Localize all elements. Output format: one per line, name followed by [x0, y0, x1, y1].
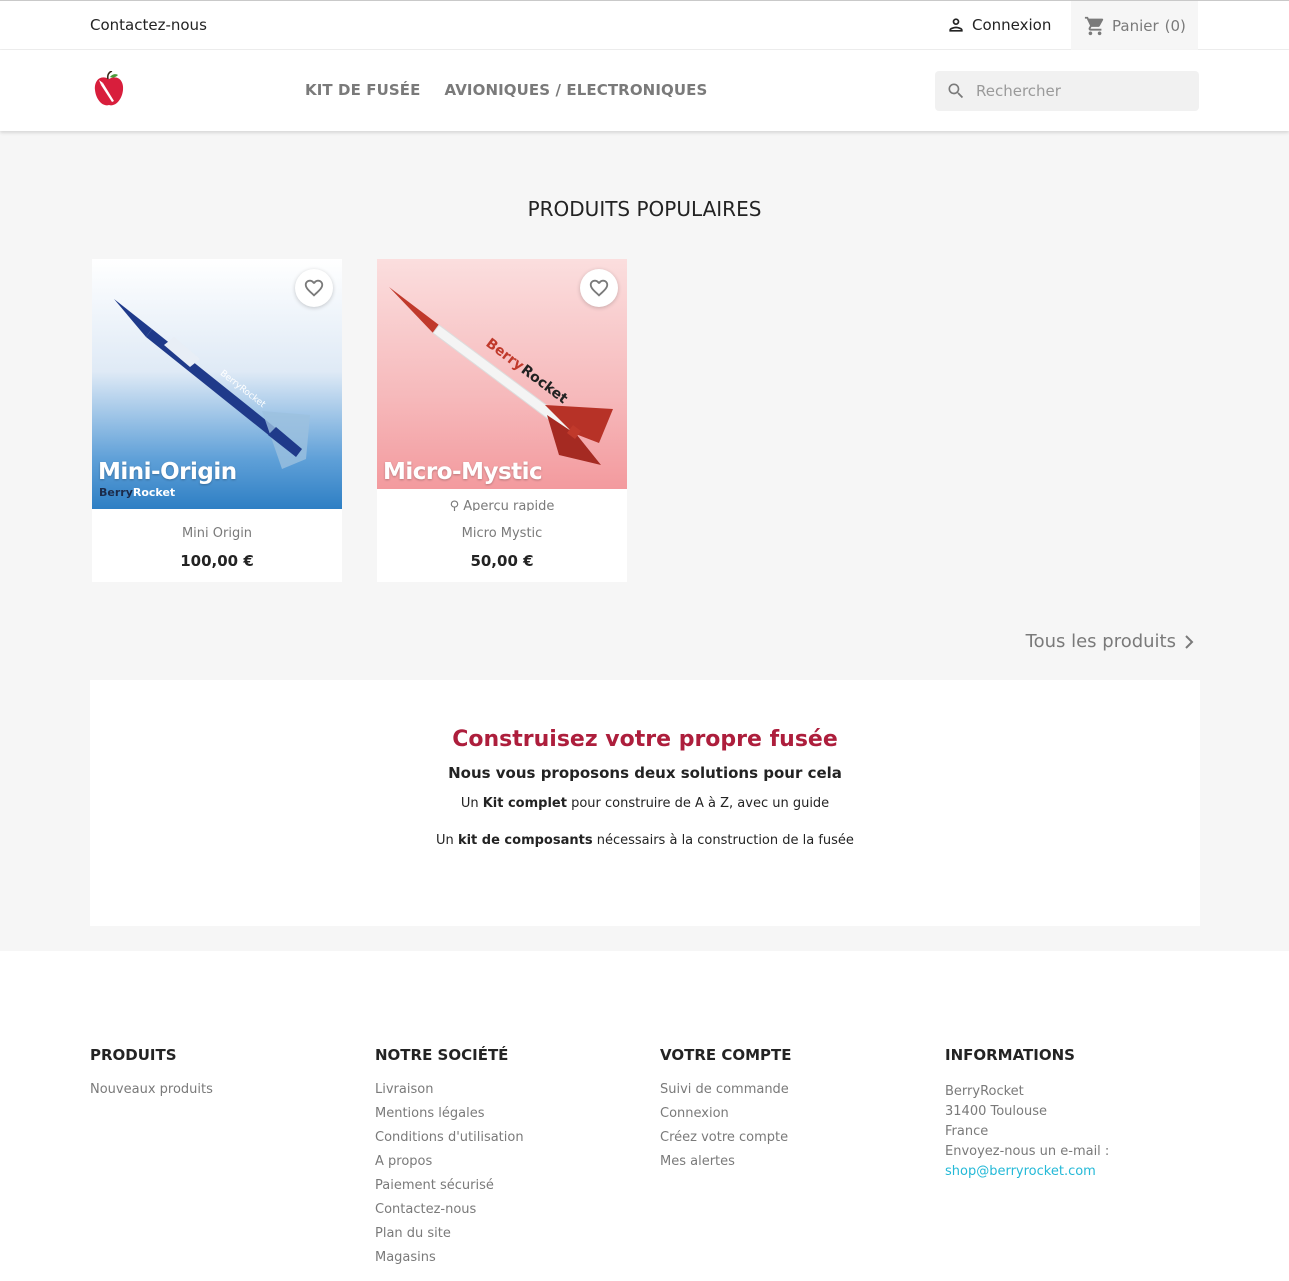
promo-subtitle: Nous vous proposons deux solutions pour … — [448, 764, 842, 782]
footer-link-new-products[interactable]: Nouveaux produits — [90, 1082, 213, 1097]
footer-col-info: INFORMATIONS BerryRocket 31400 Toulouse … — [945, 1046, 1109, 1191]
promo-title: Construisez votre propre fusée — [452, 727, 838, 752]
footer-link[interactable]: Livraison — [375, 1082, 524, 1097]
quick-view-icon: ⚲ — [449, 499, 464, 511]
login-link[interactable]: Connexion — [946, 15, 1051, 35]
promo-line-1: Un Kit complet pour construire de A à Z,… — [460, 796, 830, 811]
user-icon — [949, 18, 963, 32]
product-price: 50,00 € — [470, 552, 534, 570]
footer-heading: NOTRE SOCIÉTÉ — [375, 1046, 509, 1064]
footer-link[interactable]: Contactez-nous — [375, 1202, 524, 1217]
cart-button[interactable]: Panier (0) — [1071, 1, 1198, 50]
email-link[interactable]: shop@berryrocket.com — [945, 1162, 1109, 1182]
footer-heading: INFORMATIONS — [945, 1046, 1075, 1064]
cart-label: Panier — [1112, 16, 1159, 35]
quick-view-button[interactable]: ⚲ Aperçu rapide — [377, 499, 627, 511]
top-bar: Contactez-nous Connexion Panier (0) — [0, 0, 1289, 50]
footer-link[interactable]: Mes alertes — [660, 1154, 792, 1169]
product-name[interactable]: Micro Mystic — [377, 526, 627, 541]
product-card[interactable]: BerryRocket Mini-Origin BerryRocket Mini… — [92, 259, 342, 582]
apple-rocket-logo-icon — [94, 70, 124, 106]
product-price: 100,00 € — [180, 552, 254, 570]
search-input[interactable] — [976, 82, 1176, 100]
footer-heading: PRODUITS — [90, 1046, 177, 1064]
heart-icon — [589, 279, 609, 297]
image-title: Mini-Origin — [98, 459, 237, 485]
chevron-right-icon — [1185, 634, 1194, 649]
footer-link[interactable]: Plan du site — [375, 1226, 524, 1241]
promo-line-2: Un kit de composants nécessairs à la con… — [436, 833, 854, 848]
footer-link[interactable]: Conditions d'utilisation — [375, 1130, 524, 1145]
main-header: KIT DE FUSÉE AVIONIQUES / ELECTRONIQUES — [0, 50, 1289, 131]
footer-link[interactable]: Mentions légales — [375, 1106, 524, 1121]
product-name[interactable]: Mini Origin — [92, 526, 342, 541]
product-card[interactable]: Berry Rocket Micro-Mystic ⚲ Aperçu rapid… — [377, 259, 627, 582]
wishlist-button[interactable] — [295, 269, 333, 307]
footer-link[interactable]: Paiement sécurisé — [375, 1178, 524, 1193]
footer-link[interactable]: Créez votre compte — [660, 1130, 792, 1145]
contact-link[interactable]: Contactez-nous — [90, 16, 207, 34]
product-image[interactable]: Berry Rocket Micro-Mystic — [377, 259, 627, 489]
nav-avioniques[interactable]: AVIONIQUES / ELECTRONIQUES — [445, 81, 708, 99]
wishlist-button[interactable] — [580, 269, 618, 307]
cart-count: (0) — [1164, 16, 1186, 35]
search-icon[interactable] — [946, 81, 966, 101]
site-logo[interactable] — [94, 70, 124, 113]
footer-col-products: PRODUITS Nouveaux produits — [90, 1046, 213, 1106]
cart-icon — [1084, 16, 1104, 35]
promo-block: Construisez votre propre fusée Nous vous… — [90, 680, 1200, 926]
nav-kit-de-fusee[interactable]: KIT DE FUSÉE — [305, 81, 421, 99]
login-label: Connexion — [972, 16, 1052, 34]
main-nav: KIT DE FUSÉE AVIONIQUES / ELECTRONIQUES — [305, 81, 707, 99]
footer-link[interactable]: Magasins — [375, 1250, 524, 1265]
main-content: PRODUITS POPULAIRES BerryRocket Mini-Ori… — [0, 131, 1289, 951]
search-bar — [935, 71, 1199, 111]
product-image[interactable]: BerryRocket Mini-Origin BerryRocket — [92, 259, 342, 509]
all-products-link[interactable]: Tous les produits — [1026, 631, 1194, 652]
image-title: Micro-Mystic — [383, 459, 543, 485]
store-info: BerryRocket 31400 Toulouse France Envoye… — [945, 1082, 1109, 1182]
footer-col-account: VOTRE COMPTE Suivi de commande Connexion… — [660, 1046, 792, 1178]
heart-icon — [304, 279, 324, 297]
section-title: PRODUITS POPULAIRES — [527, 197, 762, 221]
footer-link[interactable]: Suivi de commande — [660, 1082, 792, 1097]
footer-col-company: NOTRE SOCIÉTÉ Livraison Mentions légales… — [375, 1046, 524, 1274]
footer-link[interactable]: A propos — [375, 1154, 524, 1169]
footer-heading: VOTRE COMPTE — [660, 1046, 792, 1064]
footer: PRODUITS Nouveaux produits NOTRE SOCIÉTÉ… — [0, 951, 1289, 1281]
image-brand: BerryRocket — [99, 486, 176, 499]
footer-link[interactable]: Connexion — [660, 1106, 792, 1121]
